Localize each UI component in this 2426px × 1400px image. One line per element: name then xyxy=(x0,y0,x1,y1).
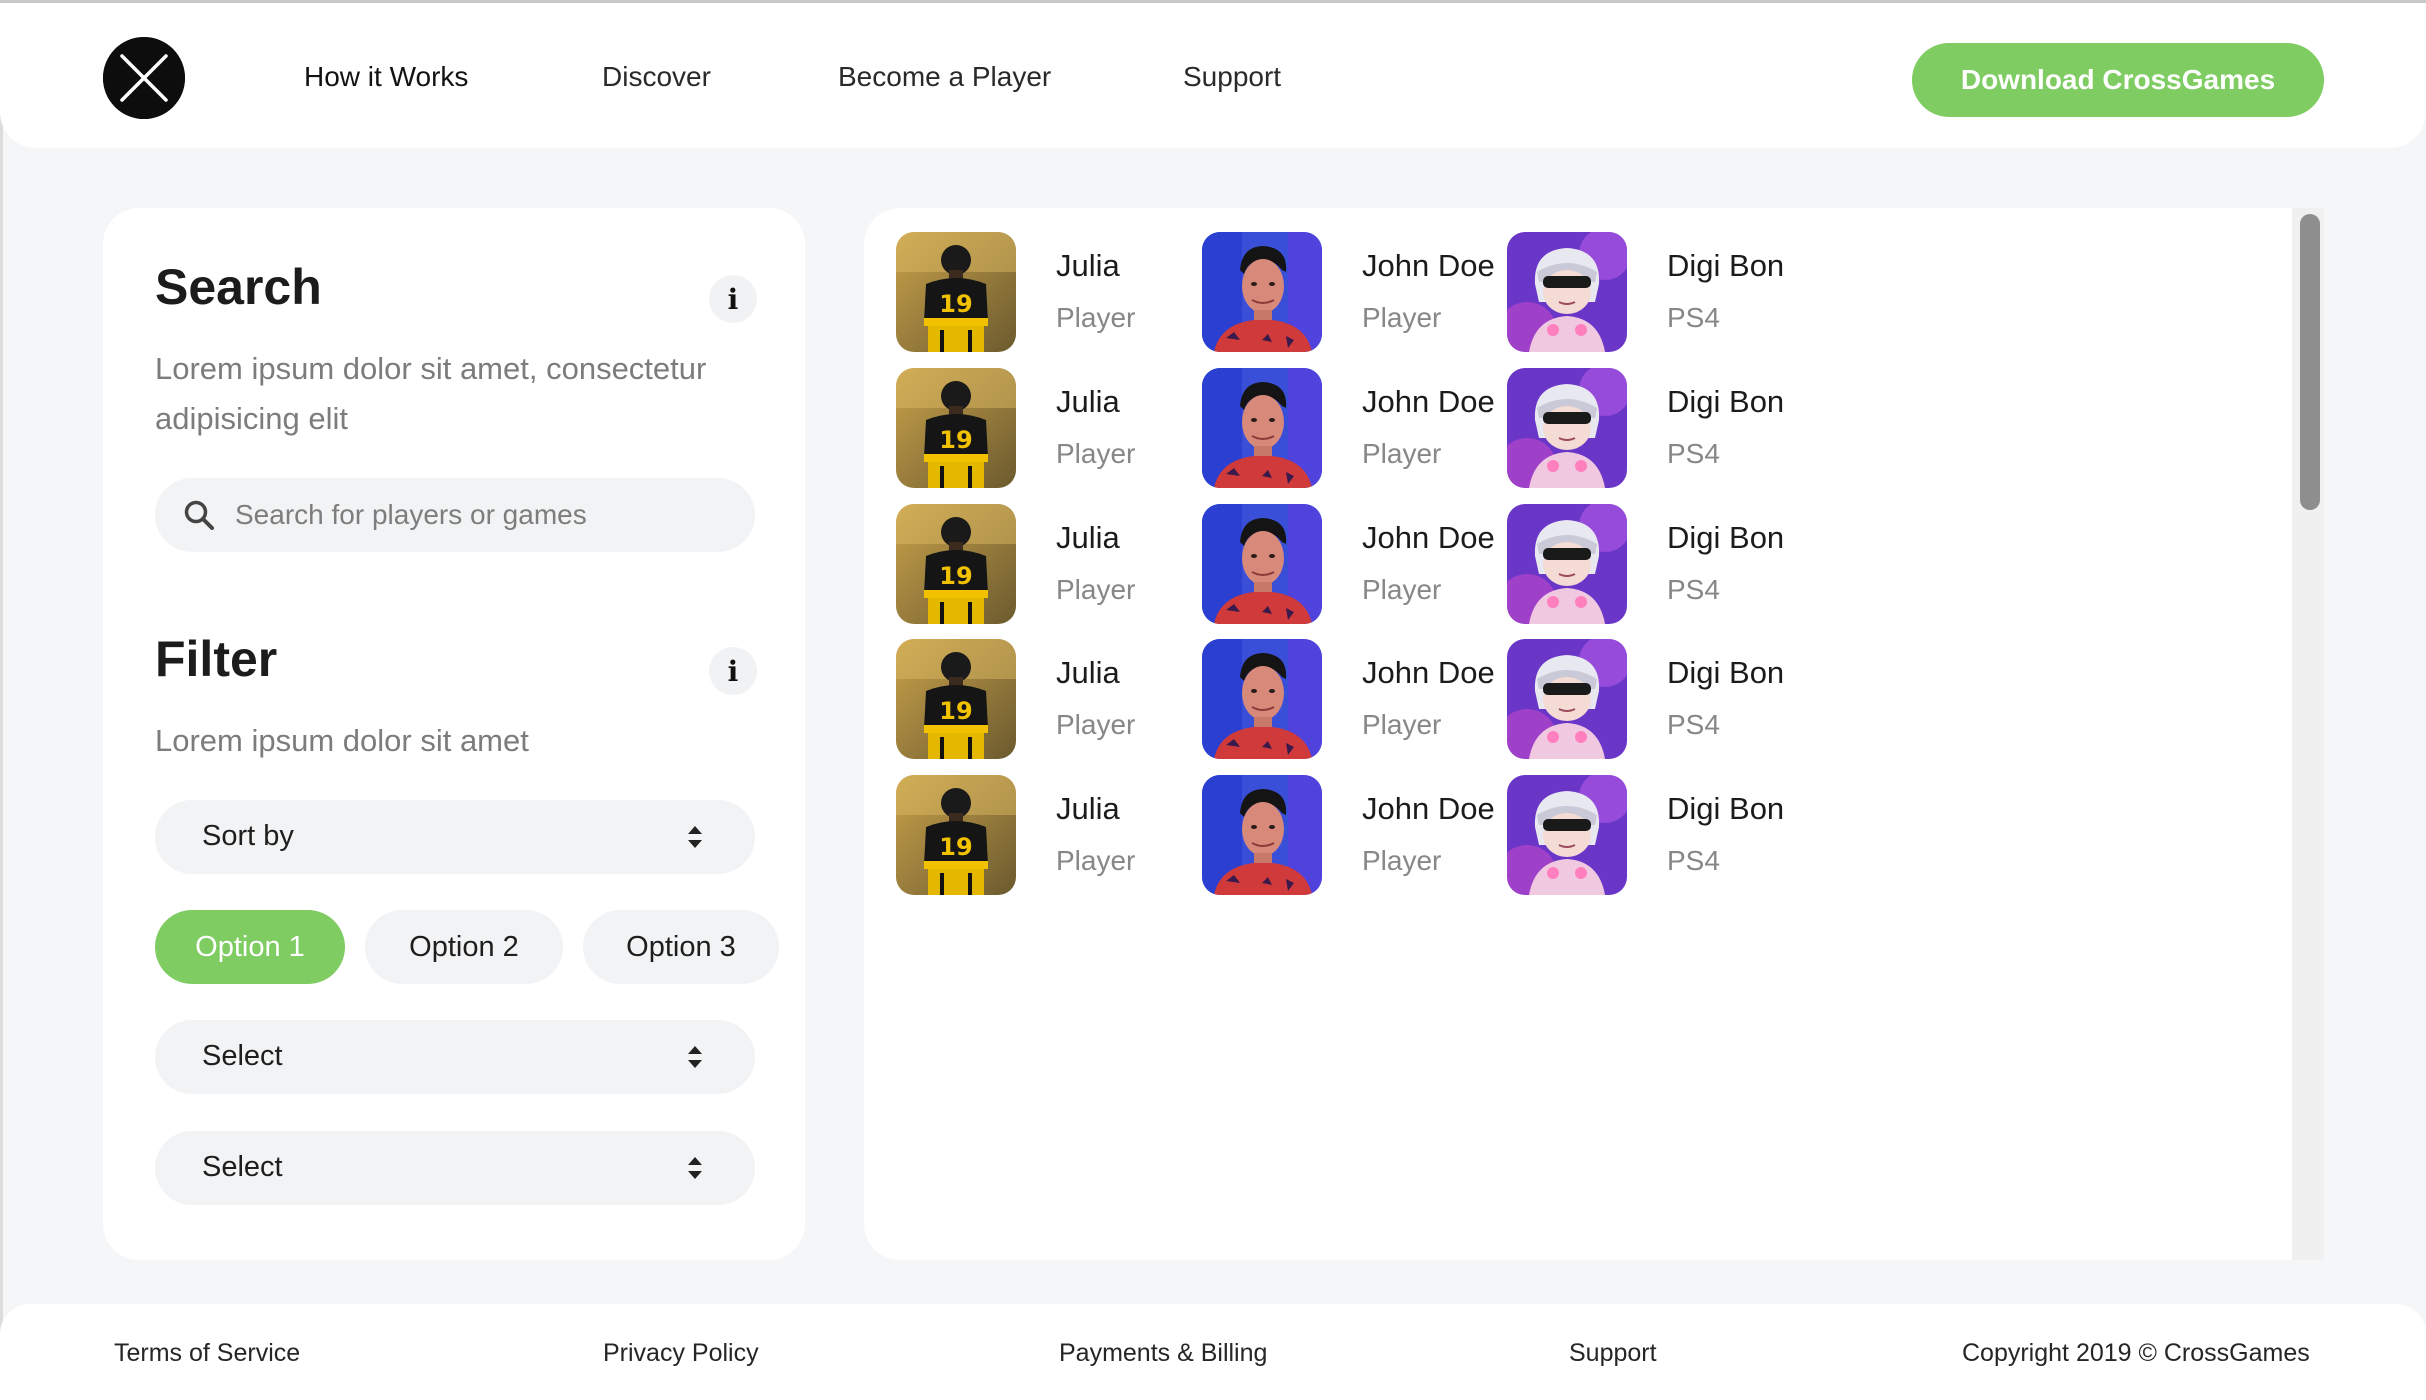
player-role: PS4 xyxy=(1667,845,1720,876)
avatar xyxy=(1202,232,1322,352)
player-name: Digi Bon xyxy=(1667,384,1785,419)
player-role: Player xyxy=(1056,438,1136,469)
player-name: Digi Bon xyxy=(1667,791,1785,826)
player-card[interactable]: Digi Bon PS4 xyxy=(1507,639,1927,759)
svg-text:19: 19 xyxy=(939,833,972,861)
player-role: Player xyxy=(1056,845,1136,876)
player-role: Player xyxy=(1362,438,1442,469)
avatar xyxy=(1202,368,1322,488)
player-name: Julia xyxy=(1056,520,1120,555)
top-header: How it Works Discover Become a Player Su… xyxy=(0,0,2426,148)
up-down-arrows-icon xyxy=(688,1046,702,1068)
select-dropdown-2[interactable]: Select xyxy=(155,1131,755,1205)
crossgames-logo[interactable] xyxy=(103,37,185,119)
player-card[interactable]: Digi Bon PS4 xyxy=(1507,368,1927,488)
player-role: Player xyxy=(1056,574,1136,605)
select-label-2: Select xyxy=(202,1151,283,1183)
player-role: Player xyxy=(1056,709,1136,740)
player-card[interactable]: Digi Bon PS4 xyxy=(1507,232,1927,352)
search-icon xyxy=(184,500,214,530)
footer-privacy-link[interactable]: Privacy Policy xyxy=(603,1339,759,1368)
player-name: Digi Bon xyxy=(1667,248,1785,283)
players-grid-panel: 19 Julia Player John Doe Player Digi Bon PS4 19… xyxy=(864,208,2324,1260)
option-1-chip[interactable]: Option 1 xyxy=(155,910,345,984)
filter-title: Filter xyxy=(155,631,278,687)
svg-text:19: 19 xyxy=(939,426,972,454)
x-logo-icon xyxy=(103,37,185,119)
player-name: Julia xyxy=(1056,791,1120,826)
player-name: John Doe xyxy=(1362,248,1495,283)
avatar xyxy=(1202,504,1322,624)
player-name: John Doe xyxy=(1362,384,1495,419)
search-filter-panel: Search i Lorem ipsum dolor sit amet, con… xyxy=(103,208,805,1260)
page-footer: Terms of Service Privacy Policy Payments… xyxy=(0,1304,2426,1400)
option-3-chip[interactable]: Option 3 xyxy=(583,910,779,984)
svg-text:19: 19 xyxy=(939,562,972,590)
player-role: Player xyxy=(1056,302,1136,333)
avatar xyxy=(1507,639,1627,759)
search-description: Lorem ipsum dolor sit amet, consectetur … xyxy=(155,351,707,436)
footer-terms-link[interactable]: Terms of Service xyxy=(114,1339,300,1368)
search-input[interactable] xyxy=(235,478,735,552)
player-name: John Doe xyxy=(1362,791,1495,826)
svg-text:19: 19 xyxy=(939,697,972,725)
up-down-arrows-icon xyxy=(688,1157,702,1179)
player-card[interactable]: Digi Bon PS4 xyxy=(1507,775,1927,895)
sort-by-select[interactable]: Sort by xyxy=(155,800,755,874)
player-card[interactable]: Digi Bon PS4 xyxy=(1507,504,1927,624)
svg-text:19: 19 xyxy=(939,290,972,318)
player-name: John Doe xyxy=(1362,520,1495,555)
player-role: Player xyxy=(1362,574,1442,605)
player-role: PS4 xyxy=(1667,574,1720,605)
player-name: Julia xyxy=(1056,655,1120,690)
player-role: PS4 xyxy=(1667,709,1720,740)
avatar xyxy=(1507,504,1627,624)
player-name: Digi Bon xyxy=(1667,520,1785,555)
search-field[interactable] xyxy=(155,478,755,552)
search-title: Search xyxy=(155,259,322,315)
avatar xyxy=(1202,639,1322,759)
footer-support-link[interactable]: Support xyxy=(1569,1339,1657,1368)
nav-how-it-works[interactable]: How it Works xyxy=(304,61,468,93)
player-name: John Doe xyxy=(1362,655,1495,690)
sort-by-label: Sort by xyxy=(202,820,294,852)
player-name: Digi Bon xyxy=(1667,655,1785,690)
footer-copyright: Copyright 2019 © CrossGames xyxy=(1962,1339,2310,1367)
scrollbar-thumb[interactable] xyxy=(2300,214,2320,510)
player-role: PS4 xyxy=(1667,302,1720,333)
avatar: 19 xyxy=(896,232,1016,352)
avatar: 19 xyxy=(896,368,1016,488)
nav-discover[interactable]: Discover xyxy=(602,61,711,93)
avatar xyxy=(1507,368,1627,488)
up-down-arrows-icon xyxy=(688,826,702,848)
select-dropdown-1[interactable]: Select xyxy=(155,1020,755,1094)
avatar: 19 xyxy=(896,639,1016,759)
footer-payments-link[interactable]: Payments & Billing xyxy=(1059,1339,1267,1368)
option-2-chip[interactable]: Option 2 xyxy=(365,910,563,984)
avatar xyxy=(1202,775,1322,895)
player-role: PS4 xyxy=(1667,438,1720,469)
player-role: Player xyxy=(1362,709,1442,740)
player-role: Player xyxy=(1362,302,1442,333)
select-label-1: Select xyxy=(202,1040,283,1072)
avatar: 19 xyxy=(896,504,1016,624)
player-name: Julia xyxy=(1056,384,1120,419)
player-role: Player xyxy=(1362,845,1442,876)
player-name: Julia xyxy=(1056,248,1120,283)
filter-description: Lorem ipsum dolor sit amet xyxy=(155,723,529,758)
avatar xyxy=(1507,775,1627,895)
download-button[interactable]: Download CrossGames xyxy=(1912,43,2324,117)
avatar: 19 xyxy=(896,775,1016,895)
search-info-icon[interactable]: i xyxy=(709,275,757,323)
filter-info-icon[interactable]: i xyxy=(709,647,757,695)
avatar xyxy=(1507,232,1627,352)
window-edge xyxy=(0,0,3,1400)
nav-become-a-player[interactable]: Become a Player xyxy=(838,61,1051,93)
nav-support[interactable]: Support xyxy=(1183,61,1281,93)
